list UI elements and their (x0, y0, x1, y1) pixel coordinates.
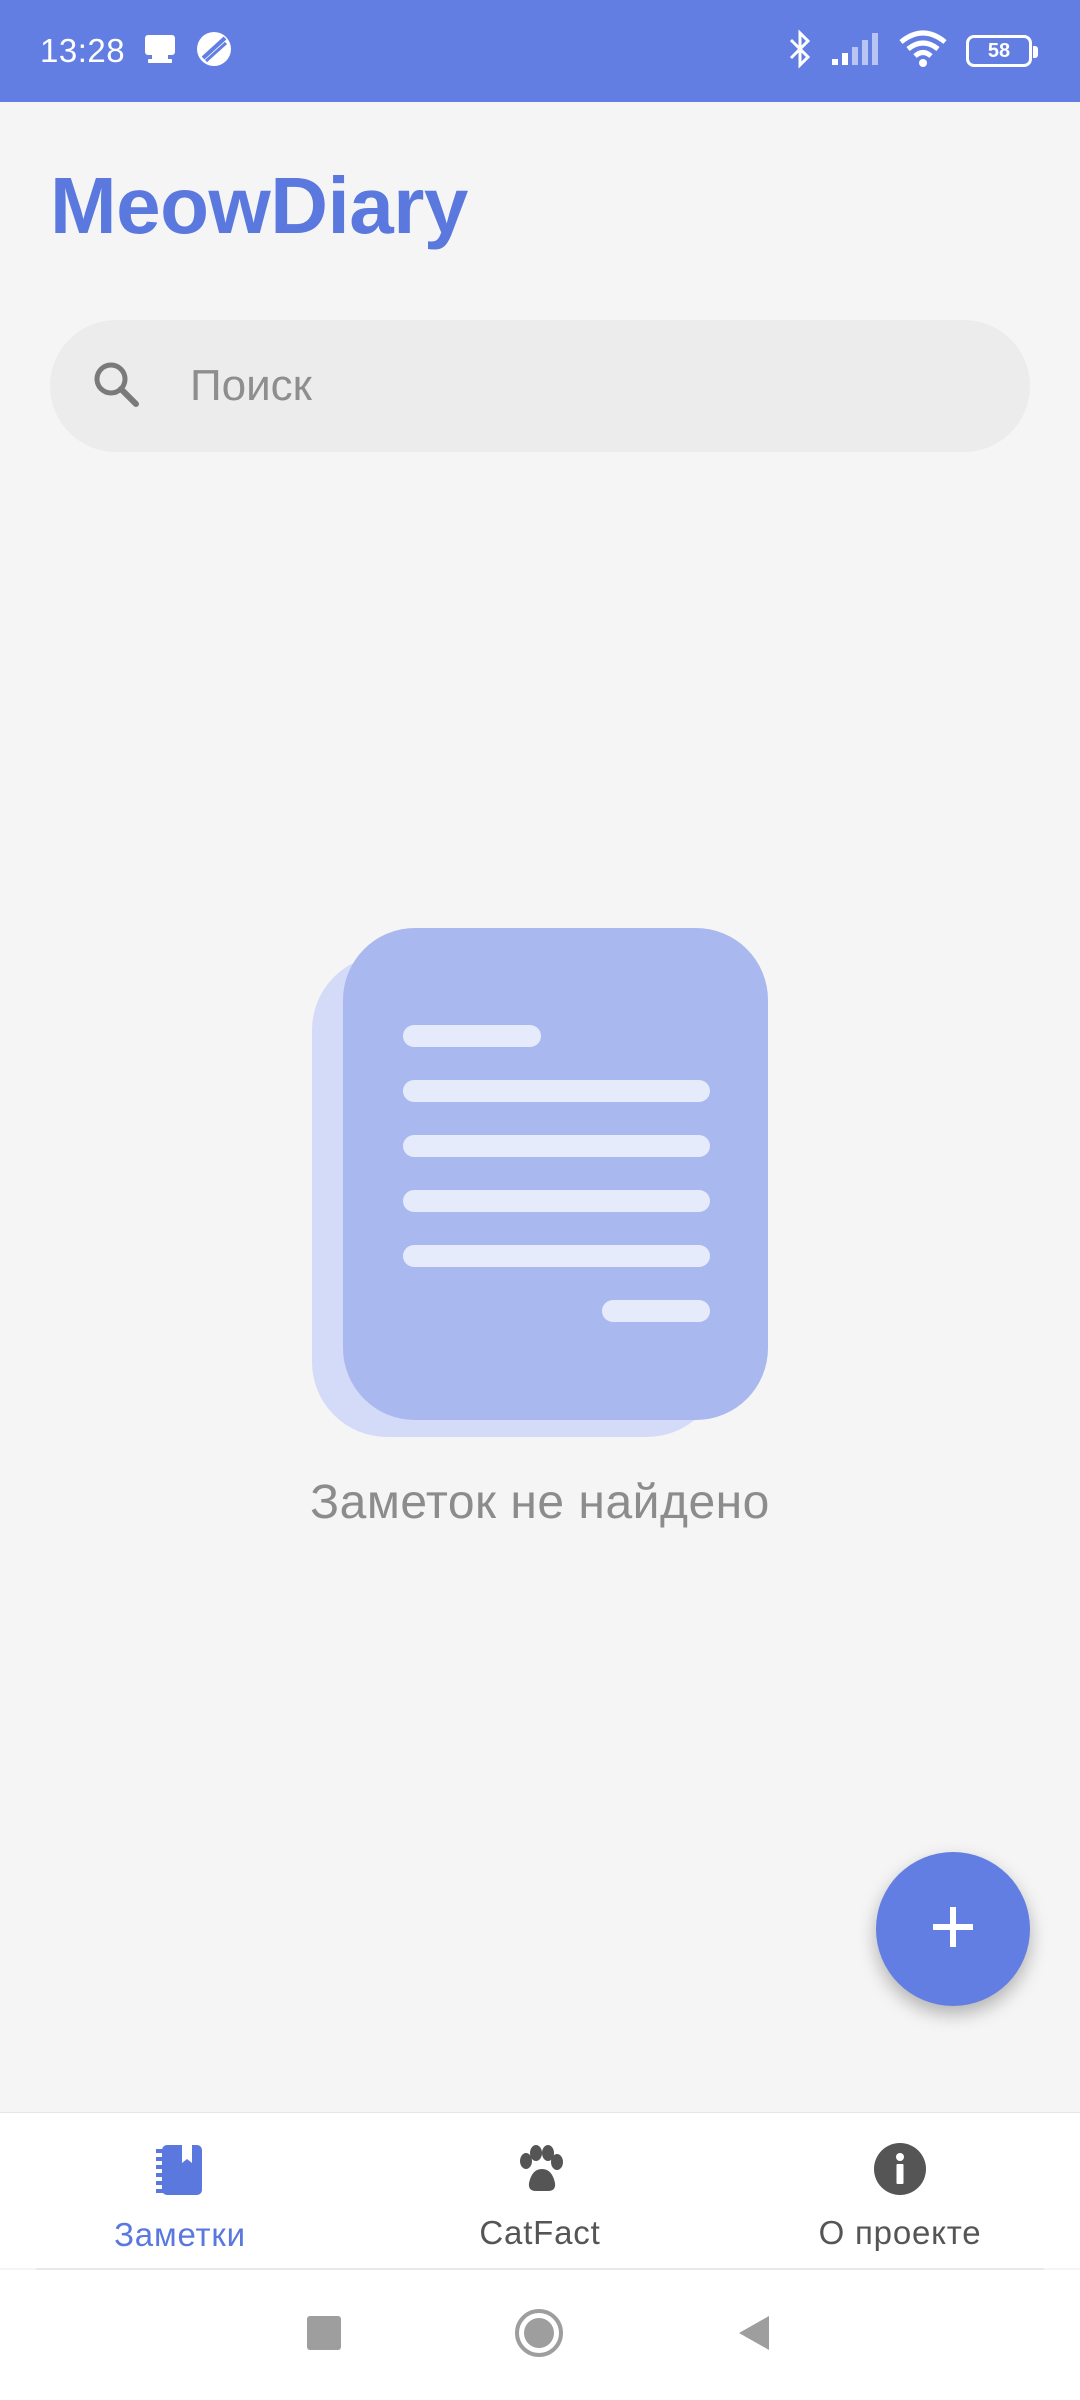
info-icon (872, 2141, 928, 2202)
notification-icon (143, 31, 177, 72)
document-icon (308, 925, 778, 1445)
notebook-icon (152, 2141, 208, 2204)
nav-item-about[interactable]: О проекте (750, 2113, 1050, 2269)
system-navigation (0, 2270, 1080, 2400)
search-icon (90, 358, 142, 415)
plus-icon (929, 1903, 977, 1956)
home-button[interactable] (513, 2307, 565, 2364)
status-left: 13:28 (40, 30, 233, 73)
search-bar[interactable] (50, 320, 1030, 452)
back-button[interactable] (735, 2313, 775, 2358)
nav-label-notes: Заметки (114, 2216, 246, 2253)
bottom-navigation: Заметки CatFact О проекте (0, 2112, 1080, 2268)
search-input[interactable] (190, 361, 950, 411)
status-bar: 13:28 58 (0, 0, 1080, 102)
status-time: 13:28 (40, 32, 126, 69)
empty-state-message: Заметок не найдено (310, 1476, 770, 1529)
paw-icon (512, 2141, 568, 2202)
wifi-icon (898, 30, 948, 73)
nav-label-catfact: CatFact (479, 2214, 601, 2251)
bluetooth-icon (788, 28, 812, 74)
nav-item-notes[interactable]: Заметки (30, 2113, 330, 2269)
recents-button[interactable] (305, 2314, 343, 2357)
status-right: 58 (788, 28, 1038, 74)
add-note-button[interactable] (876, 1852, 1030, 2006)
battery-level: 58 (987, 39, 1011, 62)
nav-item-catfact[interactable]: CatFact (390, 2113, 690, 2269)
app-title: MeowDiary (50, 161, 468, 250)
battery-icon: 58 (966, 35, 1038, 67)
nav-label-about: О проекте (818, 2214, 982, 2251)
signal-icon (830, 31, 880, 72)
vpn-icon (195, 30, 233, 73)
